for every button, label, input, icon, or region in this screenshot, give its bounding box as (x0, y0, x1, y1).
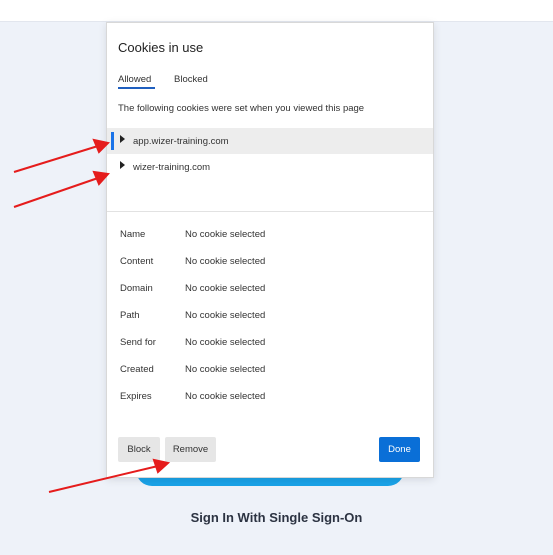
detail-row-content: Content No cookie selected (107, 256, 433, 270)
detail-key: Content (120, 256, 154, 267)
detail-value: No cookie selected (185, 310, 266, 321)
tab-blocked[interactable]: Blocked (174, 74, 208, 85)
dialog-title: Cookies in use (118, 40, 204, 55)
selection-indicator (111, 132, 114, 150)
detail-value: No cookie selected (185, 364, 266, 375)
detail-row-name: Name No cookie selected (107, 229, 433, 243)
detail-value: No cookie selected (185, 229, 266, 240)
annotation-arrow (13, 177, 99, 208)
done-button[interactable]: Done (379, 437, 420, 462)
detail-key: Created (120, 364, 154, 375)
detail-row-send-for: Send for No cookie selected (107, 337, 433, 351)
detail-value: No cookie selected (185, 391, 266, 402)
expand-triangle-icon[interactable] (120, 135, 125, 143)
detail-value: No cookie selected (185, 283, 266, 294)
detail-key: Name (120, 229, 146, 240)
tab-allowed[interactable]: Allowed (118, 74, 151, 85)
detail-key: Expires (120, 391, 152, 402)
cookies-dialog: Cookies in use Allowed Blocked The follo… (106, 22, 434, 478)
expand-triangle-icon[interactable] (120, 161, 125, 169)
detail-value: No cookie selected (185, 337, 266, 348)
detail-key: Domain (120, 283, 153, 294)
cookies-description: The following cookies were set when you … (118, 103, 365, 114)
detail-row-domain: Domain No cookie selected (107, 283, 433, 297)
detail-row-path: Path No cookie selected (107, 310, 433, 324)
section-divider (107, 211, 433, 212)
cookie-domain-label: app.wizer-training.com (133, 136, 229, 147)
page-header-strip (0, 0, 553, 22)
cookie-domain-row[interactable]: app.wizer-training.com (107, 128, 433, 154)
annotation-arrow (13, 145, 99, 173)
cookie-domain-row[interactable]: wizer-training.com (107, 154, 433, 180)
detail-key: Path (120, 310, 140, 321)
remove-button[interactable]: Remove (165, 437, 216, 462)
detail-key: Send for (120, 337, 156, 348)
detail-value: No cookie selected (185, 256, 266, 267)
detail-row-expires: Expires No cookie selected (107, 391, 433, 405)
detail-row-created: Created No cookie selected (107, 364, 433, 378)
block-button[interactable]: Block (118, 437, 160, 462)
sso-sign-in-link[interactable]: Sign In With Single Sign-On (0, 510, 553, 525)
active-tab-indicator (118, 87, 155, 89)
cookie-domain-label: wizer-training.com (133, 162, 211, 173)
